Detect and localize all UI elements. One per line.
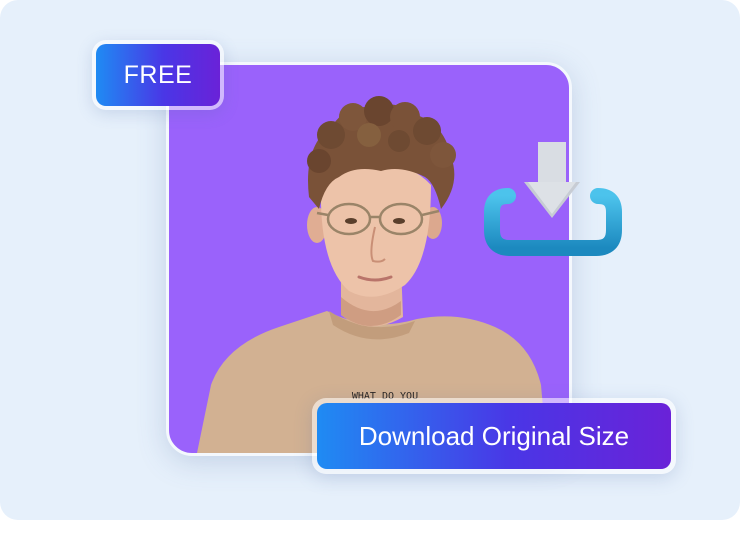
free-badge: FREE bbox=[92, 40, 224, 110]
download-button-frame: Download Original Size bbox=[312, 398, 676, 474]
download-button-label: Download Original Size bbox=[358, 420, 630, 451]
download-icon bbox=[484, 142, 622, 256]
free-badge-label: FREE bbox=[96, 44, 220, 106]
download-original-size-button[interactable]: Download Original Size bbox=[317, 403, 671, 469]
